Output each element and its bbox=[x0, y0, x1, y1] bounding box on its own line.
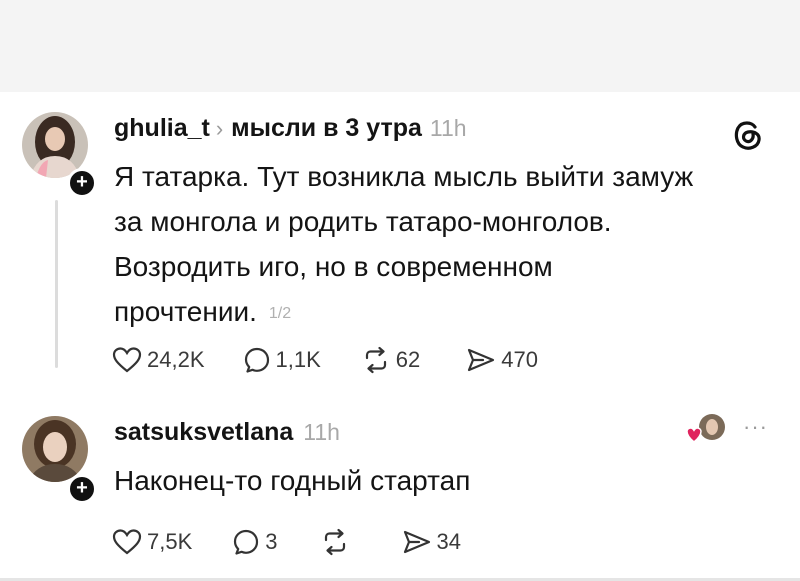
comment-icon bbox=[244, 347, 269, 373]
reply-count: 3 bbox=[265, 529, 278, 554]
share-button[interactable]: 470 bbox=[466, 346, 538, 374]
liked-by-avatar-icon[interactable] bbox=[686, 412, 726, 446]
post-header: ghulia_t › мысли в 3 утра 11h bbox=[114, 114, 467, 143]
follow-plus-icon[interactable]: + bbox=[67, 168, 97, 198]
username[interactable]: satsuksvetlana bbox=[114, 418, 293, 447]
heart-icon bbox=[112, 529, 142, 555]
timestamp: 11h bbox=[429, 115, 467, 141]
repost-icon bbox=[324, 528, 345, 556]
post-line: Я татарка. Тут возникла мысль выйти заму… bbox=[114, 161, 694, 192]
like-count: 24,2K bbox=[147, 347, 205, 372]
post-body: Я татарка. Тут возникла мысль выйти заму… bbox=[114, 154, 693, 336]
share-button[interactable]: 34 bbox=[402, 528, 461, 556]
post-actions: 7,5K 3 34 bbox=[112, 528, 461, 556]
threads-logo-icon[interactable] bbox=[732, 118, 764, 152]
chevron-right-icon: › bbox=[215, 116, 224, 141]
thread-connector-line bbox=[55, 200, 58, 368]
avatar[interactable] bbox=[22, 416, 88, 482]
share-count: 470 bbox=[501, 347, 538, 372]
topic-tag[interactable]: мысли в 3 утра bbox=[231, 114, 422, 143]
repost-icon bbox=[365, 346, 386, 374]
post-line: Наконец-то годный стартап bbox=[114, 465, 471, 496]
comment-icon bbox=[234, 529, 259, 555]
follow-plus-icon[interactable]: + bbox=[67, 474, 97, 504]
share-count: 34 bbox=[436, 529, 461, 554]
timestamp: 11h bbox=[303, 419, 340, 445]
heart-icon bbox=[112, 347, 142, 373]
reply-button[interactable]: 3 bbox=[232, 528, 278, 556]
repost-button[interactable]: 62 bbox=[361, 346, 420, 374]
repost-count: 62 bbox=[395, 347, 421, 372]
like-count: 7,5K bbox=[147, 529, 193, 554]
repost-button[interactable] bbox=[320, 528, 350, 556]
post-line: прочтении. bbox=[114, 296, 257, 327]
send-icon bbox=[468, 348, 495, 372]
like-button[interactable]: 7,5K bbox=[112, 528, 192, 556]
post-header: satsuksvetlana 11h bbox=[114, 418, 340, 447]
send-icon bbox=[403, 530, 430, 554]
like-button[interactable]: 24,2K bbox=[112, 346, 205, 374]
page-indicator: 1/2 bbox=[268, 305, 292, 323]
more-options-icon[interactable]: ··· bbox=[743, 414, 768, 440]
reply-count: 1,1K bbox=[275, 347, 321, 372]
username[interactable]: ghulia_t bbox=[114, 114, 210, 143]
post-line: Возродить иго, но в современном bbox=[114, 251, 553, 282]
top-blank-area bbox=[0, 0, 800, 92]
post-actions: 24,2K 1,1K 62 470 bbox=[112, 346, 538, 374]
post-line: за монгола и родить татаро-монголов. bbox=[114, 206, 612, 237]
reply-button[interactable]: 1,1K bbox=[243, 346, 321, 374]
post-body: Наконец-то годный стартап bbox=[114, 458, 470, 503]
